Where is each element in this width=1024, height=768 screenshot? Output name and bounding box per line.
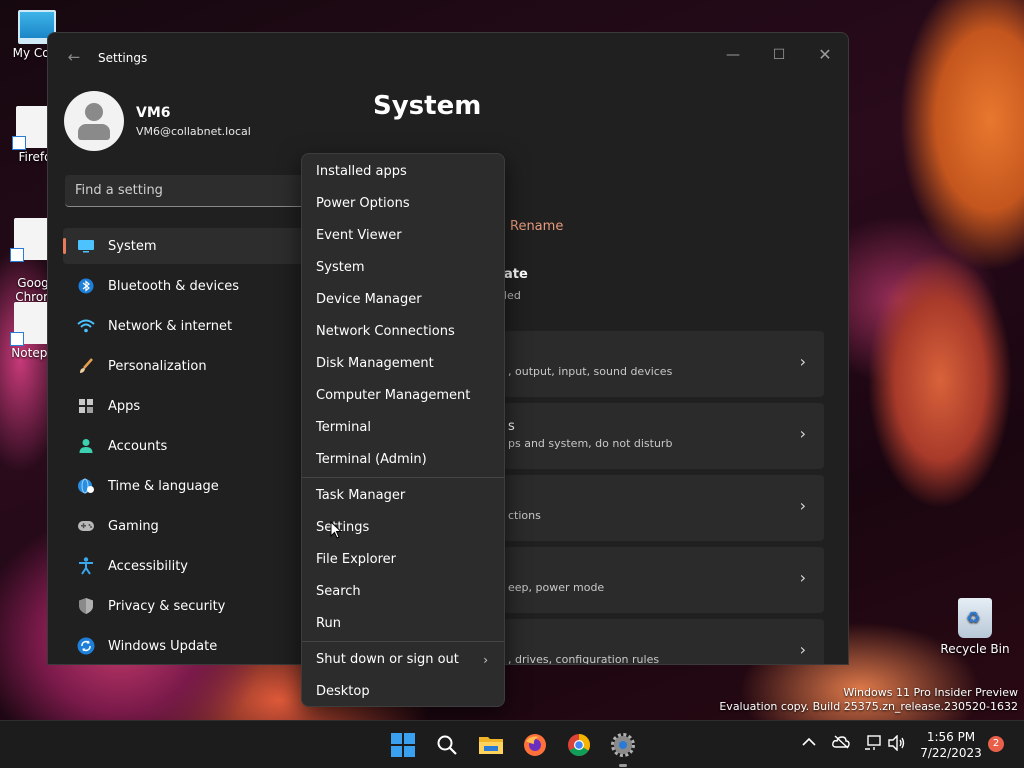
close-button[interactable]: ✕	[802, 39, 848, 71]
menu-item-terminal[interactable]: Terminal	[302, 412, 504, 444]
chevron-right-icon: ›	[799, 568, 806, 587]
avatar[interactable]	[64, 91, 124, 151]
user-profile[interactable]: VM6 VM6@collabnet.local	[64, 91, 251, 151]
chrome-icon	[568, 734, 590, 756]
monitor-icon	[77, 237, 95, 255]
cloud-offline-icon	[832, 735, 850, 749]
menu-item-device-manager[interactable]: Device Manager	[302, 284, 504, 316]
globe-clock-icon	[77, 477, 95, 495]
gear-icon	[611, 733, 635, 757]
sidebar-item-gaming[interactable]: Gaming	[63, 508, 303, 544]
chevron-right-icon: ›	[799, 640, 806, 659]
desktop-icon-label: Recycle Bin	[940, 642, 1010, 656]
settings-card-notifications[interactable]: s ps and system, do not disturb ›	[500, 403, 824, 469]
menu-item-computer-management[interactable]: Computer Management	[302, 380, 504, 412]
menu-item-shut-down[interactable]: Shut down or sign out ›	[302, 644, 504, 676]
onedrive-button[interactable]	[832, 735, 850, 753]
settings-card-storage[interactable]: , drives, configuration rules ›	[500, 619, 824, 664]
person-icon	[77, 437, 95, 455]
firefox-button[interactable]	[521, 731, 549, 759]
folder-icon	[479, 737, 503, 754]
network-icon	[865, 735, 881, 750]
minimize-button[interactable]: —	[710, 39, 756, 71]
windows-logo-icon	[391, 733, 415, 757]
bluetooth-icon	[77, 277, 95, 295]
menu-item-task-manager[interactable]: Task Manager	[302, 480, 504, 512]
update-status-title: ate	[504, 267, 528, 282]
gamepad-icon	[77, 517, 95, 535]
chrome-button[interactable]	[565, 731, 593, 759]
taskbar-clock[interactable]: 1:56 PM 7/22/2023	[916, 729, 986, 761]
menu-item-system[interactable]: System	[302, 252, 504, 284]
rename-link[interactable]: Rename	[510, 219, 563, 234]
maximize-button[interactable]: ☐	[756, 39, 802, 71]
volume-button[interactable]	[888, 734, 906, 755]
chevron-up-icon	[802, 737, 816, 746]
title-bar[interactable]: ← Settings — ☐ ✕	[48, 33, 848, 79]
recycle-bin-icon: ♻	[958, 598, 992, 638]
chevron-right-icon: ›	[799, 496, 806, 515]
clock-time: 1:56 PM	[926, 730, 976, 744]
show-hidden-icons-button[interactable]	[802, 735, 816, 751]
wifi-icon	[77, 317, 95, 335]
menu-item-network-connections[interactable]: Network Connections	[302, 316, 504, 348]
file-explorer-button[interactable]	[477, 731, 505, 759]
menu-item-terminal-admin[interactable]: Terminal (Admin)	[302, 444, 504, 476]
sidebar-nav: System Bluetooth & devices Network & int…	[63, 228, 303, 664]
update-status-subtitle: led	[504, 289, 521, 302]
taskbar: 1:56 PM 7/22/2023	[0, 720, 1024, 768]
menu-item-disk-management[interactable]: Disk Management	[302, 348, 504, 380]
sidebar-item-system[interactable]: System	[63, 228, 303, 264]
firefox-icon	[524, 734, 546, 756]
settings-taskbar-button[interactable]	[609, 731, 637, 767]
chevron-right-icon: ›	[799, 352, 806, 371]
start-button[interactable]	[389, 731, 417, 759]
menu-separator	[302, 641, 504, 642]
user-name: VM6	[136, 105, 171, 121]
notification-badge[interactable]: 2	[988, 736, 1004, 752]
page-title: System	[373, 91, 482, 121]
brush-icon	[77, 357, 95, 375]
search-button[interactable]	[433, 731, 461, 759]
back-button[interactable]: ←	[64, 47, 84, 67]
menu-item-power-options[interactable]: Power Options	[302, 188, 504, 220]
update-icon	[77, 637, 95, 655]
settings-card-focus[interactable]: ctions ›	[500, 475, 824, 541]
chevron-right-icon: ›	[483, 653, 488, 667]
menu-item-file-explorer[interactable]: File Explorer	[302, 544, 504, 576]
sidebar-item-bluetooth[interactable]: Bluetooth & devices	[63, 268, 303, 304]
sidebar-item-accessibility[interactable]: Accessibility	[63, 548, 303, 584]
sidebar-item-accounts[interactable]: Accounts	[63, 428, 303, 464]
quick-link-menu: Installed apps Power Options Event Viewe…	[301, 153, 505, 707]
sidebar-item-personalization[interactable]: Personalization	[63, 348, 303, 384]
desktop-icon-recycle-bin[interactable]: ♻ Recycle Bin	[940, 598, 1010, 656]
network-button[interactable]	[864, 735, 882, 755]
menu-item-desktop[interactable]: Desktop	[302, 676, 504, 708]
apps-icon	[77, 397, 95, 415]
speaker-icon	[888, 734, 905, 752]
search-icon	[437, 735, 457, 755]
sidebar-item-network[interactable]: Network & internet	[63, 308, 303, 344]
sidebar-item-time-language[interactable]: Time & language	[63, 468, 303, 504]
mouse-cursor-icon	[330, 521, 342, 539]
chevron-right-icon: ›	[799, 424, 806, 443]
settings-card-power[interactable]: eep, power mode ›	[500, 547, 824, 613]
settings-card-sound[interactable]: , output, input, sound devices ›	[500, 331, 824, 397]
search-input[interactable]: Find a setting	[65, 175, 305, 207]
sidebar-item-privacy[interactable]: Privacy & security	[63, 588, 303, 624]
user-email: VM6@collabnet.local	[136, 125, 251, 138]
menu-item-event-viewer[interactable]: Event Viewer	[302, 220, 504, 252]
clock-date: 7/22/2023	[920, 746, 982, 760]
sidebar-item-apps[interactable]: Apps	[63, 388, 303, 424]
shield-icon	[77, 597, 95, 615]
menu-item-run[interactable]: Run	[302, 608, 504, 640]
sidebar-item-windows-update[interactable]: Windows Update	[63, 628, 303, 664]
menu-item-installed-apps[interactable]: Installed apps	[302, 156, 504, 188]
windows-watermark: Windows 11 Pro Insider Preview Evaluatio…	[719, 686, 1018, 713]
menu-item-search[interactable]: Search	[302, 576, 504, 608]
menu-separator	[302, 477, 504, 478]
accessibility-icon	[77, 557, 95, 575]
window-title: Settings	[98, 51, 148, 65]
